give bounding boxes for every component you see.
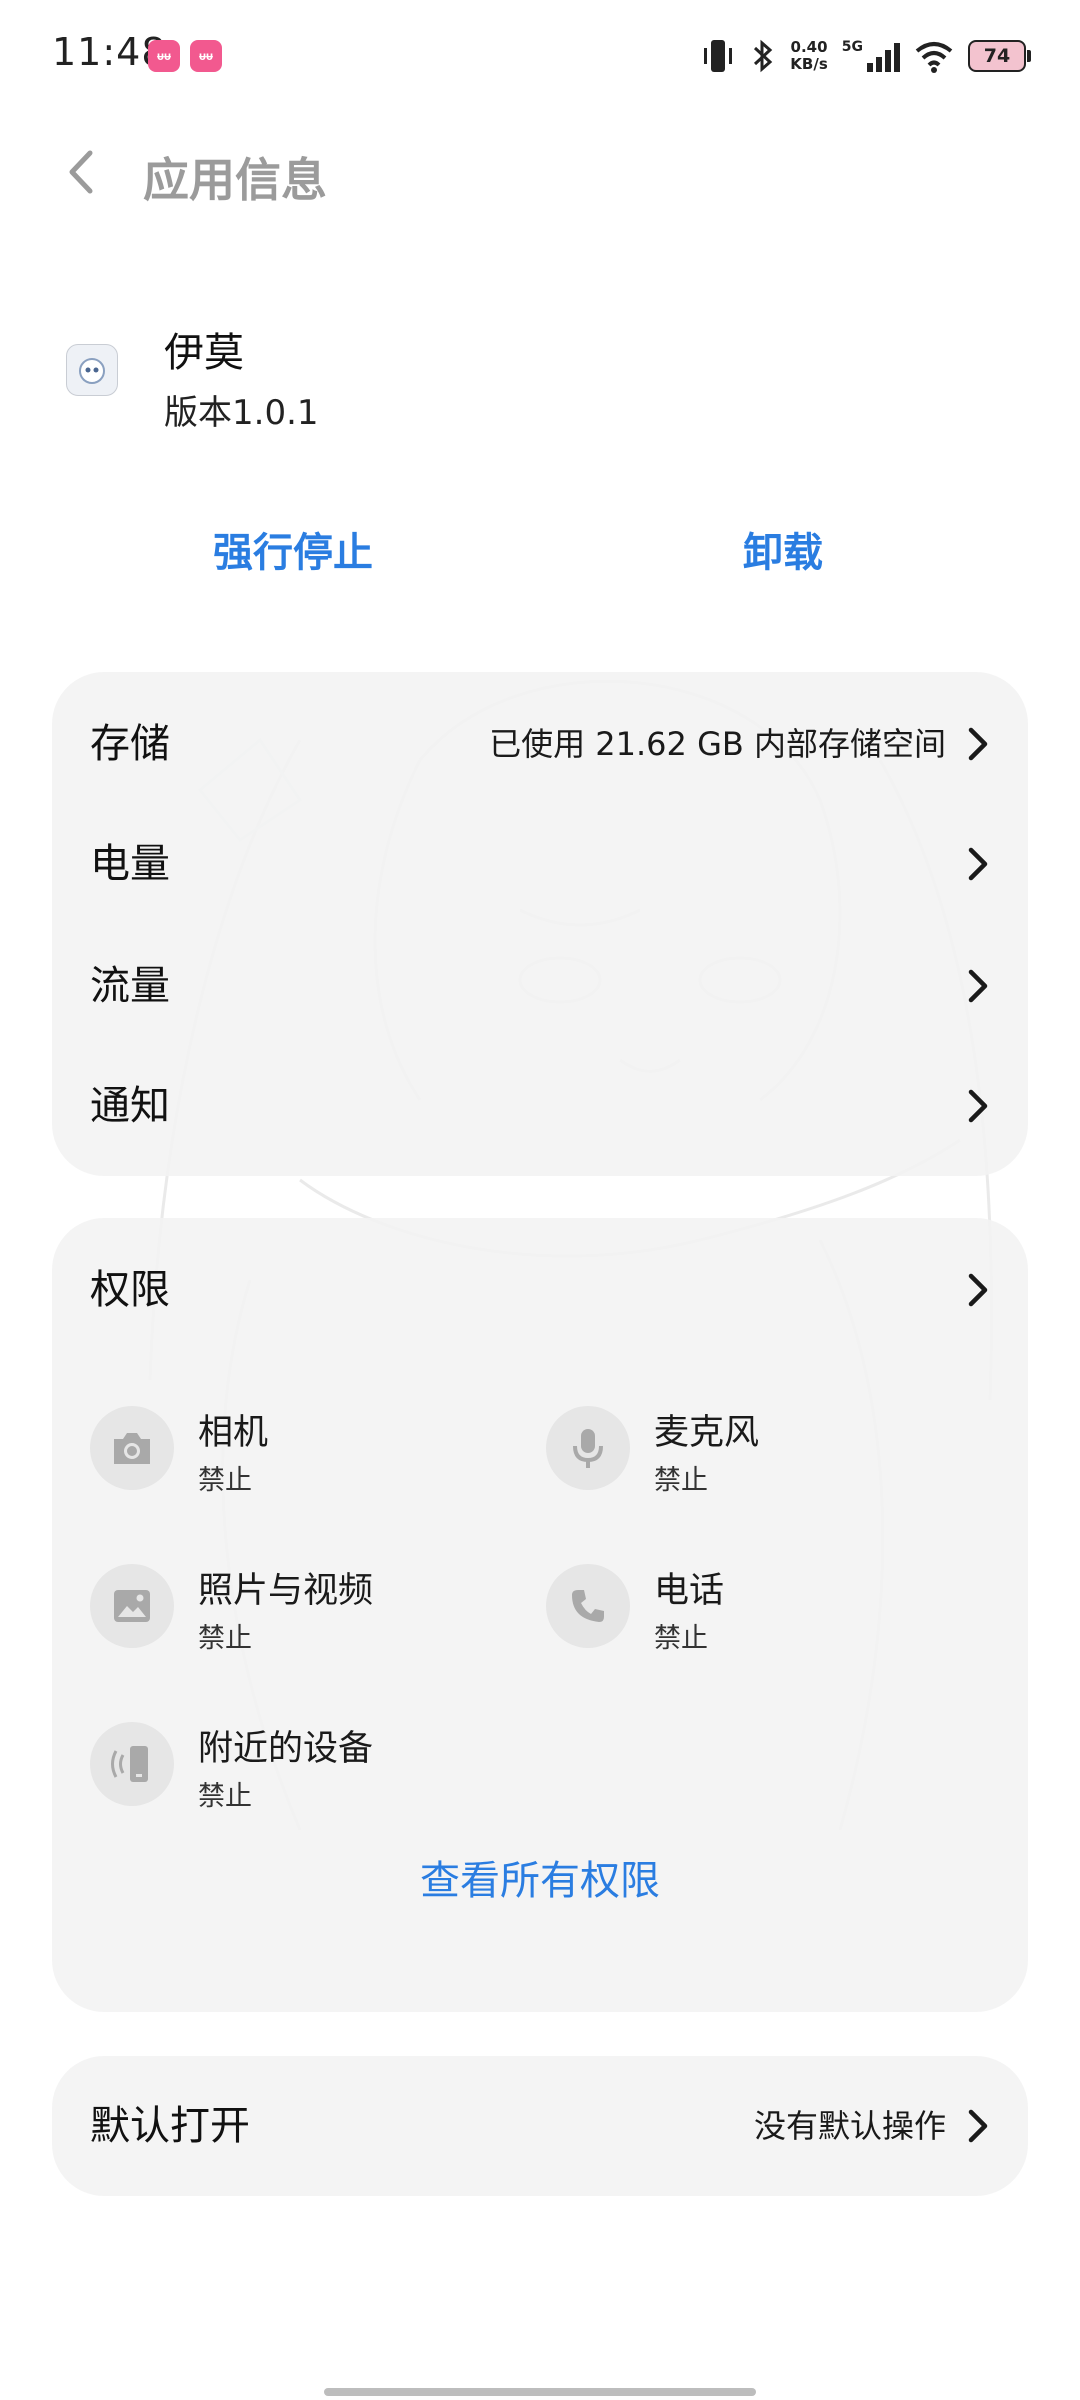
data-usage-row[interactable]: 流量 bbox=[52, 926, 1028, 1046]
cellular-signal-icon: 5G bbox=[842, 39, 900, 73]
app-icon bbox=[66, 344, 118, 396]
permission-item-photos-videos[interactable]: 照片与视频 禁止 bbox=[90, 1564, 510, 1664]
camera-icon bbox=[90, 1406, 174, 1490]
back-arrow-icon bbox=[69, 150, 93, 194]
default-open-card: 默认打开 没有默认操作 bbox=[52, 2056, 1028, 2196]
nearby-devices-icon bbox=[90, 1722, 174, 1806]
app-notification-icon: ᵾᵾ bbox=[148, 40, 180, 72]
uninstall-button[interactable]: 卸载 bbox=[743, 520, 823, 578]
battery-usage-row[interactable]: 电量 bbox=[52, 804, 1028, 924]
row-label: 电量 bbox=[90, 841, 170, 887]
row-label: 通知 bbox=[90, 1083, 170, 1129]
permissions-card: 权限 相机 禁止 麦克风 禁止 照片与视频 禁止 电话 禁止 附近的设备 禁止 … bbox=[52, 1218, 1028, 2012]
status-bar: 11:48 ᵾᵾ ᵾᵾ 0.40 KB/s 5G 74 bbox=[0, 0, 1080, 110]
force-stop-button[interactable]: 强行停止 bbox=[213, 520, 373, 578]
battery-icon: 74 bbox=[968, 40, 1031, 72]
app-bar: 应用信息 bbox=[0, 120, 1080, 230]
photo-icon bbox=[90, 1564, 174, 1648]
microphone-icon bbox=[546, 1406, 630, 1490]
chevron-right-icon bbox=[968, 1089, 988, 1123]
permission-item-microphone[interactable]: 麦克风 禁止 bbox=[546, 1406, 966, 1506]
chevron-right-icon bbox=[968, 2109, 988, 2143]
storage-row[interactable]: 存储 已使用 21.62 GB 内部存储空间 bbox=[52, 684, 1028, 804]
row-label: 流量 bbox=[90, 963, 170, 1009]
chevron-right-icon bbox=[968, 969, 988, 1003]
chevron-right-icon bbox=[968, 847, 988, 881]
vibrate-icon bbox=[704, 40, 733, 72]
app-name: 伊莫 bbox=[164, 330, 244, 376]
app-info-card: 存储 已使用 21.62 GB 内部存储空间 电量 流量 通知 bbox=[52, 672, 1028, 1176]
app-notification-icon: ᵾᵾ bbox=[190, 40, 222, 72]
page-title: 应用信息 bbox=[143, 153, 327, 207]
app-version: 版本1.0.1 bbox=[164, 393, 319, 433]
permission-item-camera[interactable]: 相机 禁止 bbox=[90, 1406, 510, 1506]
permissions-row[interactable]: 权限 bbox=[52, 1230, 1028, 1350]
permission-item-phone[interactable]: 电话 禁止 bbox=[546, 1564, 966, 1664]
row-label: 存储 bbox=[90, 721, 170, 767]
chevron-right-icon bbox=[968, 727, 988, 761]
home-indicator[interactable] bbox=[324, 2388, 756, 2396]
permission-item-nearby-devices[interactable]: 附近的设备 禁止 bbox=[90, 1722, 510, 1822]
default-open-row[interactable]: 默认打开 没有默认操作 bbox=[52, 2066, 1028, 2186]
chevron-right-icon bbox=[968, 1273, 988, 1307]
wifi-icon bbox=[915, 42, 953, 73]
notifications-row[interactable]: 通知 bbox=[52, 1046, 1028, 1166]
view-all-permissions-link[interactable]: 查看所有权限 bbox=[52, 1848, 1028, 1906]
row-label: 默认打开 bbox=[90, 2103, 250, 2149]
back-button[interactable] bbox=[52, 142, 112, 202]
bluetooth-icon bbox=[754, 39, 773, 73]
phone-icon bbox=[546, 1564, 630, 1648]
permissions-title: 权限 bbox=[90, 1267, 170, 1313]
row-value: 没有默认操作 bbox=[753, 2107, 946, 2145]
row-value: 已使用 21.62 GB 内部存储空间 bbox=[489, 725, 946, 763]
network-speed: 0.40 KB/s bbox=[790, 38, 828, 73]
